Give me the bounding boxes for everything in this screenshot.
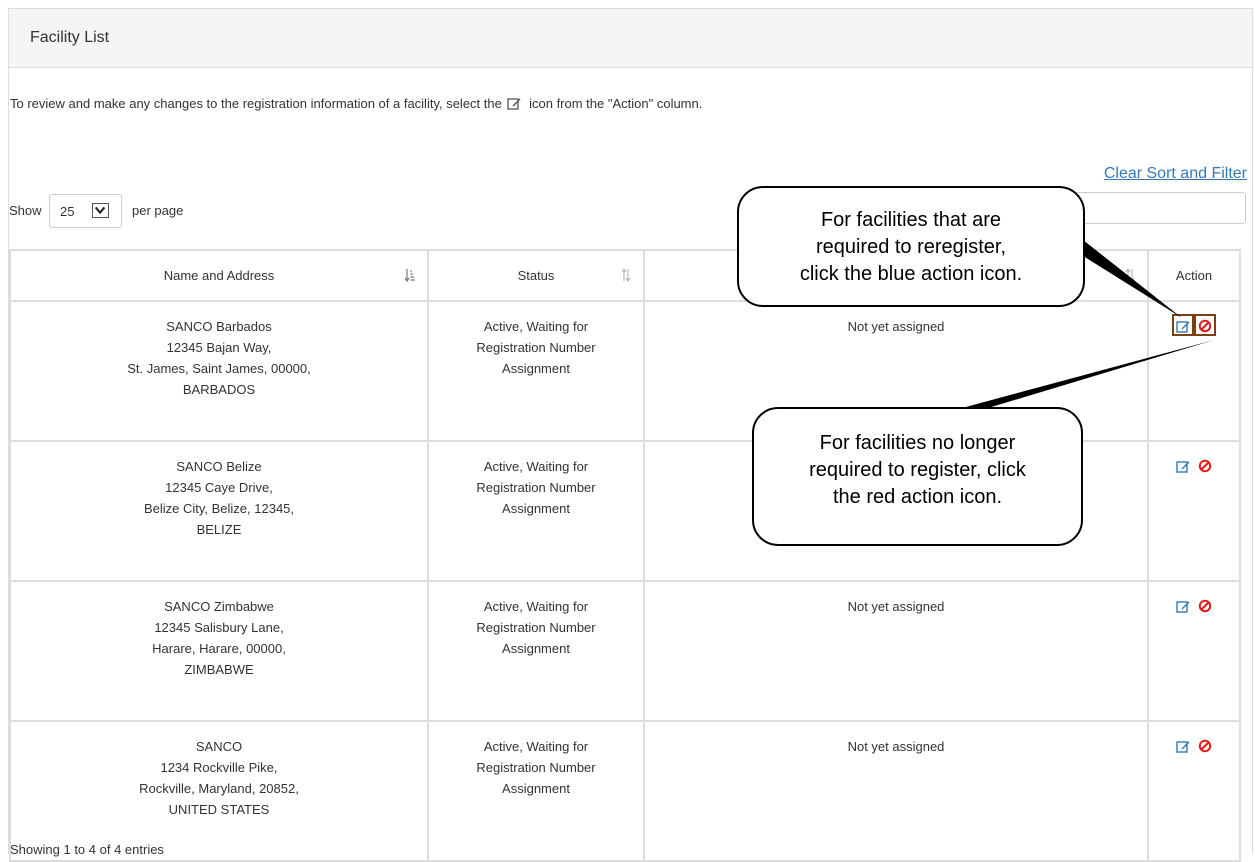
name-address-cell: SANCO Barbados 12345 Bajan Way, St. Jame…: [9, 300, 429, 442]
action-cell: [1147, 720, 1241, 862]
facility-name: SANCO Belize: [176, 459, 262, 474]
no-entry-icon[interactable]: [1198, 738, 1212, 753]
status-line: Registration Number: [476, 620, 596, 635]
facility-table: Name and Address Status Action SANCO Bar…: [9, 249, 1241, 862]
instructions-text: To review and make any changes to the re…: [10, 96, 702, 111]
address-line: 12345 Caye Drive,: [165, 480, 273, 495]
address-country: BARBADOS: [182, 382, 256, 397]
address-country: ZIMBABWE: [184, 662, 254, 677]
address-country: UNITED STATES: [168, 802, 270, 817]
instructions-before: To review and make any changes to the re…: [10, 96, 502, 111]
address-line: Belize City, Belize, 12345,: [143, 501, 295, 516]
registration-number: Not yet assigned: [847, 599, 945, 614]
status-cell: Active, Waiting for Registration Number …: [427, 720, 645, 862]
no-entry-icon[interactable]: [1198, 458, 1212, 473]
callout-deregister: For facilities no longer required to reg…: [752, 407, 1083, 546]
table-row: SANCO Zimbabwe 12345 Salisbury Lane, Har…: [9, 580, 1241, 722]
registration-cell: Not yet assigned: [643, 580, 1149, 722]
callout-line: required to reregister,: [815, 236, 1007, 258]
facility-name: SANCO Zimbabwe: [164, 599, 274, 614]
instructions-after: icon from the "Action" column.: [529, 96, 703, 111]
column-label: Name and Address: [163, 268, 275, 283]
name-address-cell: SANCO 1234 Rockville Pike, Rockville, Ma…: [9, 720, 429, 862]
no-entry-icon[interactable]: [1194, 314, 1216, 336]
status-line: Active, Waiting for: [483, 459, 589, 474]
status-cell: Active, Waiting for Registration Number …: [427, 300, 645, 442]
status-cell: Active, Waiting for Registration Number …: [427, 580, 645, 722]
callout-line: For facilities no longer: [819, 432, 1016, 454]
panel-heading: Facility List: [9, 8, 1252, 68]
action-cell: [1147, 440, 1241, 582]
sort-icon: [621, 268, 631, 282]
clear-sort-filter-link[interactable]: Clear Sort and Filter: [1104, 165, 1247, 183]
action-cell: [1147, 300, 1241, 442]
column-header-name[interactable]: Name and Address: [9, 249, 429, 302]
edit-icon[interactable]: [1172, 314, 1194, 336]
column-header-status[interactable]: Status: [427, 249, 645, 302]
table-row: SANCO 1234 Rockville Pike, Rockville, Ma…: [9, 720, 1241, 862]
address-line: St. James, Saint James, 00000,: [127, 361, 311, 376]
status-line: Assignment: [502, 641, 570, 656]
address-line: 12345 Salisbury Lane,: [154, 620, 284, 635]
show-label: Show: [9, 203, 42, 218]
column-header-action: Action: [1147, 249, 1241, 302]
facility-name: SANCO: [195, 739, 243, 754]
address-line: 12345 Bajan Way,: [166, 340, 272, 355]
registration-cell: Not yet assigned: [643, 720, 1149, 862]
edit-icon[interactable]: [1176, 738, 1190, 753]
status-line: Active, Waiting for: [483, 599, 589, 614]
status-line: Registration Number: [476, 480, 596, 495]
edit-icon: [507, 98, 521, 110]
callout-line: the red action icon.: [833, 486, 1002, 508]
address-line: Harare, Harare, 00000,: [152, 641, 286, 656]
chevron-down-icon: [92, 203, 109, 218]
page-size-select[interactable]: 25: [49, 194, 122, 228]
registration-number: Not yet assigned: [847, 739, 945, 754]
name-address-cell: SANCO Belize 12345 Caye Drive, Belize Ci…: [9, 440, 429, 582]
address-country: BELIZE: [196, 522, 242, 537]
table-summary: Showing 1 to 4 of 4 entries: [10, 842, 164, 857]
address-line: 1234 Rockville Pike,: [160, 760, 278, 775]
filter-input[interactable]: [1072, 192, 1246, 224]
edit-icon[interactable]: [1176, 598, 1190, 613]
status-line: Assignment: [502, 361, 570, 376]
status-line: Registration Number: [476, 340, 596, 355]
no-entry-icon[interactable]: [1198, 598, 1212, 613]
callout-line: required to register, click: [809, 459, 1026, 481]
status-line: Active, Waiting for: [483, 739, 589, 754]
action-cell: [1147, 580, 1241, 722]
column-label: Action: [1175, 268, 1213, 283]
edit-icon[interactable]: [1176, 458, 1190, 473]
callout-line: For facilities that are: [820, 209, 1002, 231]
facility-name: SANCO Barbados: [166, 319, 272, 334]
status-line: Assignment: [502, 781, 570, 796]
registration-number: Not yet assigned: [847, 319, 945, 334]
sort-asc-icon: [405, 269, 415, 282]
callout-reregister: For facilities that are required to rere…: [737, 186, 1085, 307]
status-line: Active, Waiting for: [483, 319, 589, 334]
address-line: Rockville, Maryland, 20852,: [139, 781, 299, 796]
per-page-label: per page: [132, 203, 184, 218]
status-cell: Active, Waiting for Registration Number …: [427, 440, 645, 582]
page-size-value: 25: [60, 204, 75, 219]
status-line: Registration Number: [476, 760, 596, 775]
callout-line: click the blue action icon.: [799, 263, 1023, 285]
status-line: Assignment: [502, 501, 570, 516]
sort-icon: [1125, 268, 1135, 282]
name-address-cell: SANCO Zimbabwe 12345 Salisbury Lane, Har…: [9, 580, 429, 722]
column-label: Status: [517, 268, 555, 283]
panel-title: Facility List: [30, 29, 110, 46]
